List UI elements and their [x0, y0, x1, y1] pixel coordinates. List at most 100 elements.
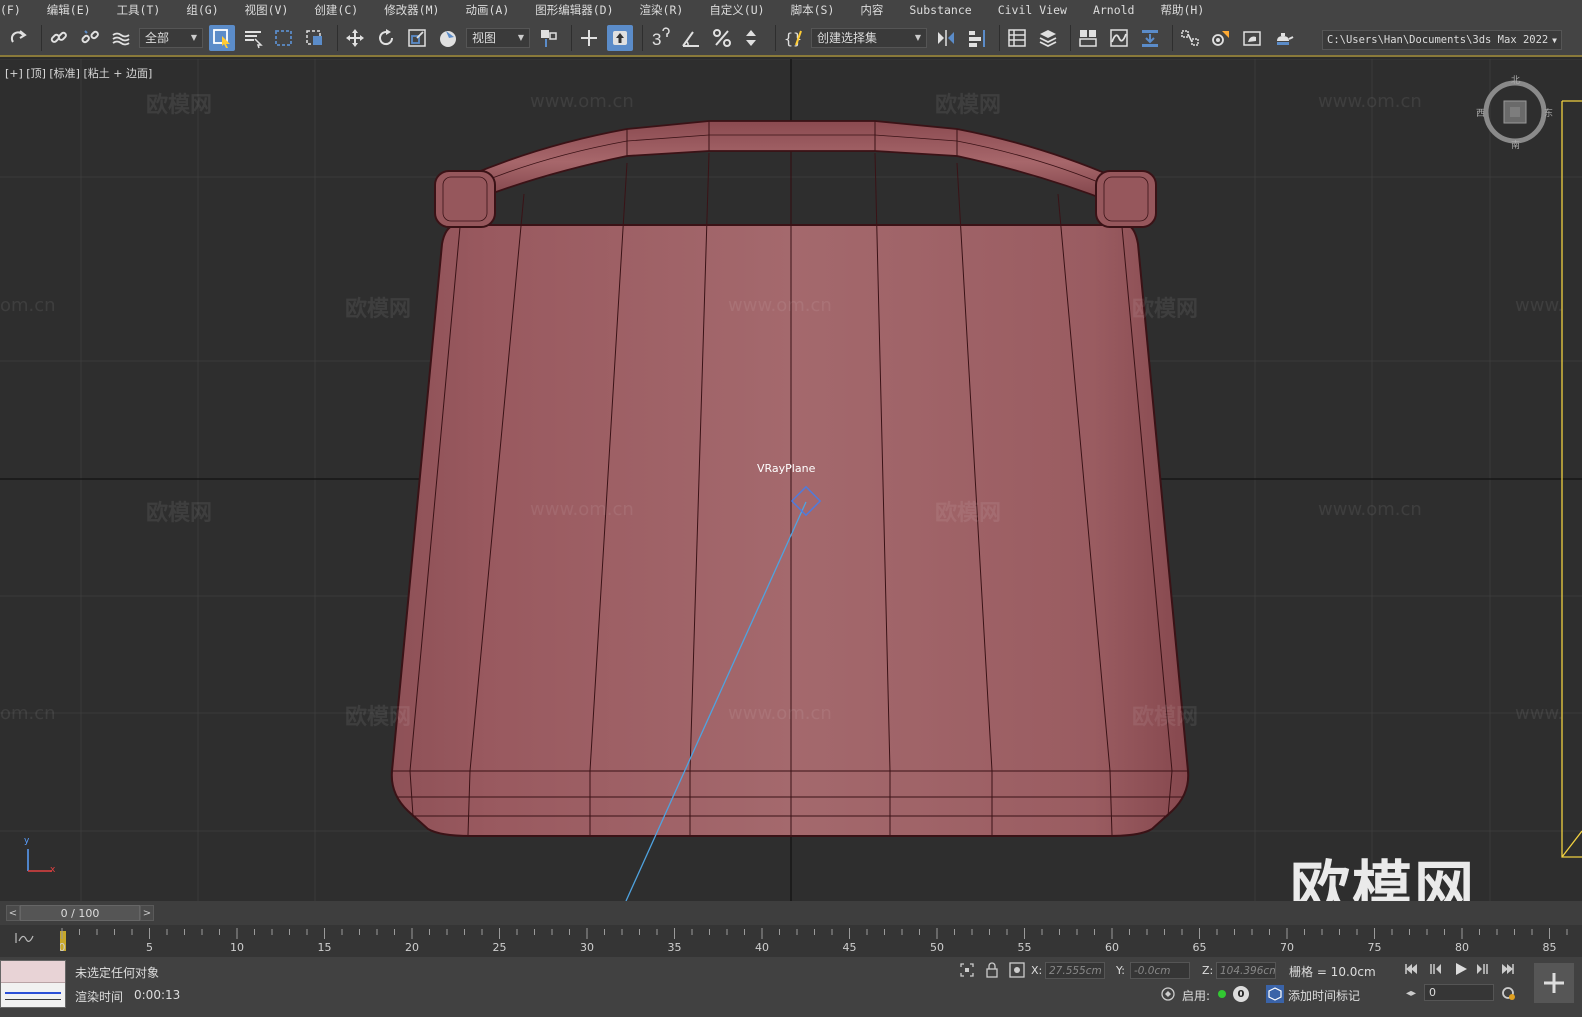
menu-item-14[interactable]: Civil View [985, 3, 1080, 17]
menu-item-13[interactable]: Substance [896, 3, 984, 17]
menu-item-8[interactable]: 图形编辑器(D) [522, 2, 626, 18]
mirror-icon[interactable] [933, 25, 959, 51]
menu-item-12[interactable]: 内容 [847, 2, 896, 18]
menu-item-0[interactable]: (F) [0, 3, 34, 17]
timeline-tick-label: 10 [230, 941, 244, 954]
viewcube-south-label: 南 [1511, 141, 1521, 151]
axis-x-label: x [50, 865, 56, 875]
menu-item-10[interactable]: 自定义(U) [696, 2, 777, 18]
timeline-ruler[interactable]: 0 5 10 15 20 25 30 35 40 45 50 55 60 65 70 75 80 85 [60, 925, 1570, 957]
select-by-name-icon[interactable] [240, 25, 266, 51]
edit-named-selection-icon[interactable]: {} [780, 25, 806, 51]
curve-editor-icon[interactable] [1106, 25, 1132, 51]
go-to-end-icon[interactable] [1500, 961, 1516, 977]
maxscript-mini-listener[interactable] [0, 960, 66, 1008]
layer-explorer-icon[interactable] [1035, 25, 1061, 51]
timeline-tick-label: 0 [60, 941, 66, 954]
rendered-frame-window-icon[interactable] [1239, 25, 1265, 51]
unlink-icon[interactable] [77, 25, 103, 51]
current-frame-field[interactable]: 0 [1424, 984, 1494, 1001]
ribbon-toggle-icon[interactable] [1075, 25, 1101, 51]
previous-frame-icon[interactable] [1427, 961, 1443, 977]
menu-item-3[interactable]: 组(G) [173, 2, 231, 18]
time-prev-button[interactable]: < [6, 905, 20, 921]
menu-item-9[interactable]: 渲染(R) [627, 2, 697, 18]
watermark: www.om.cn [1318, 499, 1422, 520]
y-coordinate-field[interactable]: -0.0cm [1130, 962, 1190, 979]
project-path-dropdown[interactable]: C:\Users\Han\Documents\3ds Max 2022 ▼ [1322, 30, 1562, 50]
menu-item-7[interactable]: 动画(A) [452, 2, 522, 18]
frame-spinner-icon[interactable]: ◂▸ [1404, 986, 1418, 1000]
watermark: 欧模网 [146, 501, 213, 526]
add-time-tag-icon[interactable] [1266, 985, 1284, 1003]
isolate-selection-icon[interactable] [958, 961, 976, 979]
watermark: www.om.cn [728, 295, 832, 316]
angle-snap-icon[interactable] [678, 25, 704, 51]
redo-icon[interactable] [6, 25, 32, 51]
chair-right-post [1095, 170, 1157, 228]
viewcube[interactable]: 北 南 西 东 [1476, 76, 1553, 151]
selection-lock-icon[interactable] [983, 961, 1001, 979]
top-viewport[interactable]: [+] [顶] [标准] [粘土 + 边面] 欧模网 www.om.cn 欧模网… [0, 59, 1582, 901]
menu-item-15[interactable]: Arnold [1080, 3, 1148, 17]
selection-filter-dropdown[interactable]: 全部 ▼ [139, 27, 203, 48]
link-icon[interactable] [46, 25, 72, 51]
viewport-canvas [0, 59, 1582, 901]
time-config-icon[interactable] [1500, 985, 1516, 1001]
watermark: www.om.cn [1318, 91, 1422, 112]
pivot-center-icon[interactable] [536, 25, 562, 51]
bind-spacewarp-icon[interactable] [108, 25, 134, 51]
place-icon[interactable] [435, 25, 461, 51]
scene-explorer-icon[interactable] [1004, 25, 1030, 51]
watermark: om.cn [0, 295, 56, 316]
snap-toggle-icon[interactable]: 3 [647, 25, 673, 51]
next-frame-icon[interactable] [1475, 961, 1491, 977]
time-slider[interactable]: 0 / 100 [20, 905, 140, 921]
curve-editor-mini-icon[interactable] [14, 931, 36, 948]
select-manipulate-icon[interactable] [576, 25, 602, 51]
watermark: www.om.cn [728, 703, 832, 724]
menu-item-16[interactable]: 帮助(H) [1147, 2, 1217, 18]
key-filter-icon[interactable] [1160, 986, 1176, 1002]
viewport-label[interactable]: [+] [顶] [标准] [粘土 + 边面] [5, 65, 152, 81]
select-object-icon[interactable] [209, 24, 235, 51]
go-to-start-icon[interactable] [1403, 961, 1419, 977]
render-setup-icon[interactable] [1208, 25, 1234, 51]
move-icon[interactable] [342, 25, 368, 51]
menu-item-4[interactable]: 视图(V) [232, 2, 302, 18]
z-coordinate-field[interactable]: 104.396cm [1216, 962, 1276, 979]
schematic-view-icon[interactable] [1137, 25, 1163, 51]
window-crossing-icon[interactable] [302, 25, 328, 51]
rectangular-selection-icon[interactable] [271, 25, 297, 51]
spinner-snap-icon[interactable] [740, 25, 766, 51]
x-coordinate-field[interactable]: 27.555cm [1045, 962, 1105, 979]
menu-item-5[interactable]: 创建(C) [301, 2, 371, 18]
enable-count-badge[interactable]: 0 [1233, 986, 1249, 1002]
menu-item-11[interactable]: 脚本(S) [778, 2, 848, 18]
render-production-icon[interactable] [1270, 25, 1296, 51]
play-icon[interactable] [1452, 960, 1470, 978]
add-time-tag-label[interactable]: 添加时间标记 [1288, 987, 1360, 1004]
percent-snap-icon[interactable] [709, 25, 735, 51]
rotate-icon[interactable] [373, 25, 399, 51]
material-editor-icon[interactable] [1177, 25, 1203, 51]
keyboard-shortcut-override-icon[interactable] [607, 24, 633, 51]
reference-coordinate-dropdown[interactable]: 视图 ▼ [466, 27, 530, 48]
status-bar: 未选定任何对象 渲染时间 0:00:13 X: 27.555cm Y: -0.0… [0, 957, 1582, 1017]
time-next-button[interactable]: > [140, 905, 154, 921]
menu-item-6[interactable]: 修改器(M) [371, 2, 452, 18]
menu-item-1[interactable]: 编辑(E) [34, 2, 104, 18]
create-key-button[interactable] [1534, 963, 1574, 1003]
chair-back-rail [465, 120, 1115, 205]
absolute-transform-icon[interactable] [1008, 961, 1026, 979]
menu-item-2[interactable]: 工具(T) [104, 2, 174, 18]
brand-watermark: 欧模网 [1290, 855, 1476, 901]
watermark: www. [1515, 295, 1564, 316]
watermark: 欧模网 [146, 93, 213, 118]
align-icon[interactable] [964, 25, 990, 51]
timeline-tick-label: 30 [580, 941, 594, 954]
render-time-label: 渲染时间 [75, 990, 124, 1004]
scale-icon[interactable] [404, 25, 430, 51]
named-selection-dropdown[interactable]: 创建选择集 ▼ [811, 27, 927, 48]
viewcube-north-label: 北 [1511, 76, 1521, 86]
